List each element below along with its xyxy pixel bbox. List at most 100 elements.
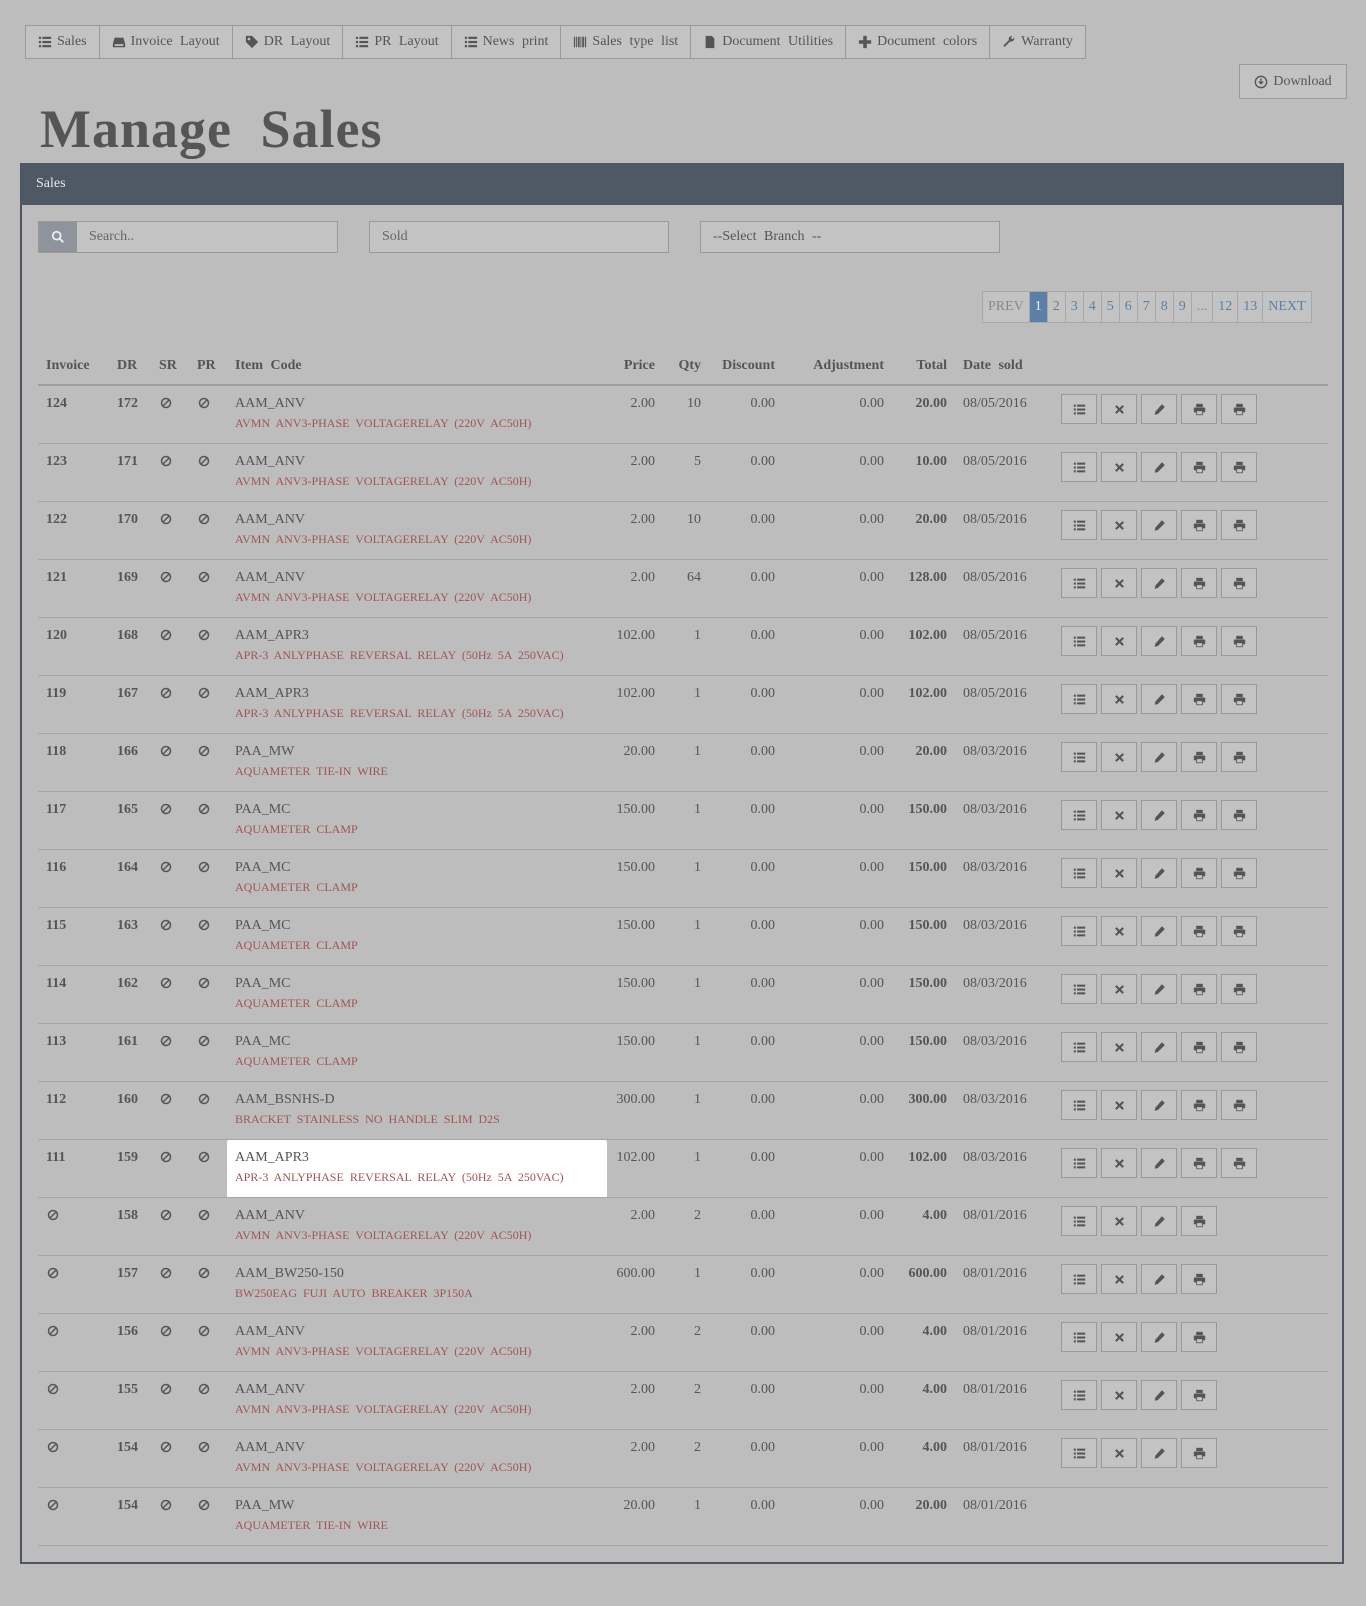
- print-button[interactable]: [1181, 394, 1217, 424]
- print-dr-button[interactable]: [1221, 1090, 1257, 1120]
- print-dr-button[interactable]: [1221, 1032, 1257, 1062]
- pagination-page-4[interactable]: 4: [1083, 292, 1102, 322]
- delete-button[interactable]: [1101, 684, 1137, 714]
- print-button[interactable]: [1181, 510, 1217, 540]
- edit-button[interactable]: [1141, 1322, 1177, 1352]
- delete-button[interactable]: [1101, 1322, 1137, 1352]
- print-dr-button[interactable]: [1221, 684, 1257, 714]
- edit-button[interactable]: [1141, 858, 1177, 888]
- details-button[interactable]: [1061, 452, 1097, 482]
- details-button[interactable]: [1061, 916, 1097, 946]
- details-button[interactable]: [1061, 626, 1097, 656]
- delete-button[interactable]: [1101, 1264, 1137, 1294]
- print-button[interactable]: [1181, 742, 1217, 772]
- download-button[interactable]: Download: [1239, 64, 1347, 99]
- pagination-page-2[interactable]: 2: [1047, 292, 1066, 322]
- search-icon[interactable]: [39, 222, 77, 252]
- details-button[interactable]: [1061, 394, 1097, 424]
- nav-item-document-utilities[interactable]: Document Utilities: [691, 26, 847, 58]
- branch-select[interactable]: --Select Branch --: [700, 221, 1000, 253]
- edit-button[interactable]: [1141, 452, 1177, 482]
- print-dr-button[interactable]: [1221, 858, 1257, 888]
- delete-button[interactable]: [1101, 452, 1137, 482]
- print-dr-button[interactable]: [1221, 452, 1257, 482]
- print-button[interactable]: [1181, 858, 1217, 888]
- details-button[interactable]: [1061, 1032, 1097, 1062]
- print-button[interactable]: [1181, 1264, 1217, 1294]
- details-button[interactable]: [1061, 1264, 1097, 1294]
- delete-button[interactable]: [1101, 510, 1137, 540]
- print-button[interactable]: [1181, 974, 1217, 1004]
- print-dr-button[interactable]: [1221, 568, 1257, 598]
- edit-button[interactable]: [1141, 1264, 1177, 1294]
- delete-button[interactable]: [1101, 1032, 1137, 1062]
- delete-button[interactable]: [1101, 858, 1137, 888]
- details-button[interactable]: [1061, 800, 1097, 830]
- pagination-page-1[interactable]: 1: [1029, 292, 1048, 322]
- nav-item-document-colors[interactable]: Document colors: [846, 26, 991, 58]
- details-button[interactable]: [1061, 858, 1097, 888]
- edit-button[interactable]: [1141, 1206, 1177, 1236]
- print-button[interactable]: [1181, 1148, 1217, 1178]
- pagination-page-7[interactable]: 7: [1137, 292, 1156, 322]
- details-button[interactable]: [1061, 1148, 1097, 1178]
- print-dr-button[interactable]: [1221, 974, 1257, 1004]
- delete-button[interactable]: [1101, 742, 1137, 772]
- pagination-page-6[interactable]: 6: [1119, 292, 1138, 322]
- edit-button[interactable]: [1141, 1090, 1177, 1120]
- delete-button[interactable]: [1101, 626, 1137, 656]
- details-button[interactable]: [1061, 510, 1097, 540]
- sold-input[interactable]: [370, 222, 668, 252]
- print-dr-button[interactable]: [1221, 1148, 1257, 1178]
- print-button[interactable]: [1181, 1438, 1217, 1468]
- nav-item-invoice-layout[interactable]: Invoice Layout: [100, 26, 233, 58]
- delete-button[interactable]: [1101, 1438, 1137, 1468]
- print-button[interactable]: [1181, 568, 1217, 598]
- delete-button[interactable]: [1101, 916, 1137, 946]
- delete-button[interactable]: [1101, 974, 1137, 1004]
- edit-button[interactable]: [1141, 742, 1177, 772]
- print-button[interactable]: [1181, 626, 1217, 656]
- print-dr-button[interactable]: [1221, 394, 1257, 424]
- edit-button[interactable]: [1141, 1032, 1177, 1062]
- pagination-page-8[interactable]: 8: [1155, 292, 1174, 322]
- details-button[interactable]: [1061, 684, 1097, 714]
- edit-button[interactable]: [1141, 916, 1177, 946]
- search-input[interactable]: [77, 222, 337, 252]
- details-button[interactable]: [1061, 1380, 1097, 1410]
- edit-button[interactable]: [1141, 800, 1177, 830]
- details-button[interactable]: [1061, 568, 1097, 598]
- pagination-prev[interactable]: PREV: [983, 292, 1030, 322]
- edit-button[interactable]: [1141, 510, 1177, 540]
- edit-button[interactable]: [1141, 394, 1177, 424]
- print-button[interactable]: [1181, 800, 1217, 830]
- edit-button[interactable]: [1141, 1438, 1177, 1468]
- print-button[interactable]: [1181, 452, 1217, 482]
- nav-item-warranty[interactable]: Warranty: [990, 26, 1085, 58]
- pagination-page-9[interactable]: 9: [1173, 292, 1192, 322]
- details-button[interactable]: [1061, 1090, 1097, 1120]
- nav-item-pr-layout[interactable]: PR Layout: [343, 26, 452, 58]
- nav-item-news-print[interactable]: News print: [452, 26, 562, 58]
- edit-button[interactable]: [1141, 626, 1177, 656]
- details-button[interactable]: [1061, 1206, 1097, 1236]
- print-button[interactable]: [1181, 1090, 1217, 1120]
- print-dr-button[interactable]: [1221, 626, 1257, 656]
- pagination-next[interactable]: NEXT: [1263, 292, 1311, 322]
- details-button[interactable]: [1061, 742, 1097, 772]
- delete-button[interactable]: [1101, 1206, 1137, 1236]
- pagination-page-5[interactable]: 5: [1101, 292, 1120, 322]
- details-button[interactable]: [1061, 1438, 1097, 1468]
- details-button[interactable]: [1061, 974, 1097, 1004]
- print-button[interactable]: [1181, 916, 1217, 946]
- delete-button[interactable]: [1101, 1090, 1137, 1120]
- details-button[interactable]: [1061, 1322, 1097, 1352]
- print-dr-button[interactable]: [1221, 742, 1257, 772]
- pagination-page-3[interactable]: 3: [1065, 292, 1084, 322]
- pagination-page-13[interactable]: 13: [1238, 292, 1264, 322]
- delete-button[interactable]: [1101, 568, 1137, 598]
- nav-item-sales-type-list[interactable]: Sales type list: [561, 26, 692, 58]
- print-button[interactable]: [1181, 1206, 1217, 1236]
- nav-item-sales[interactable]: Sales: [26, 26, 100, 58]
- delete-button[interactable]: [1101, 800, 1137, 830]
